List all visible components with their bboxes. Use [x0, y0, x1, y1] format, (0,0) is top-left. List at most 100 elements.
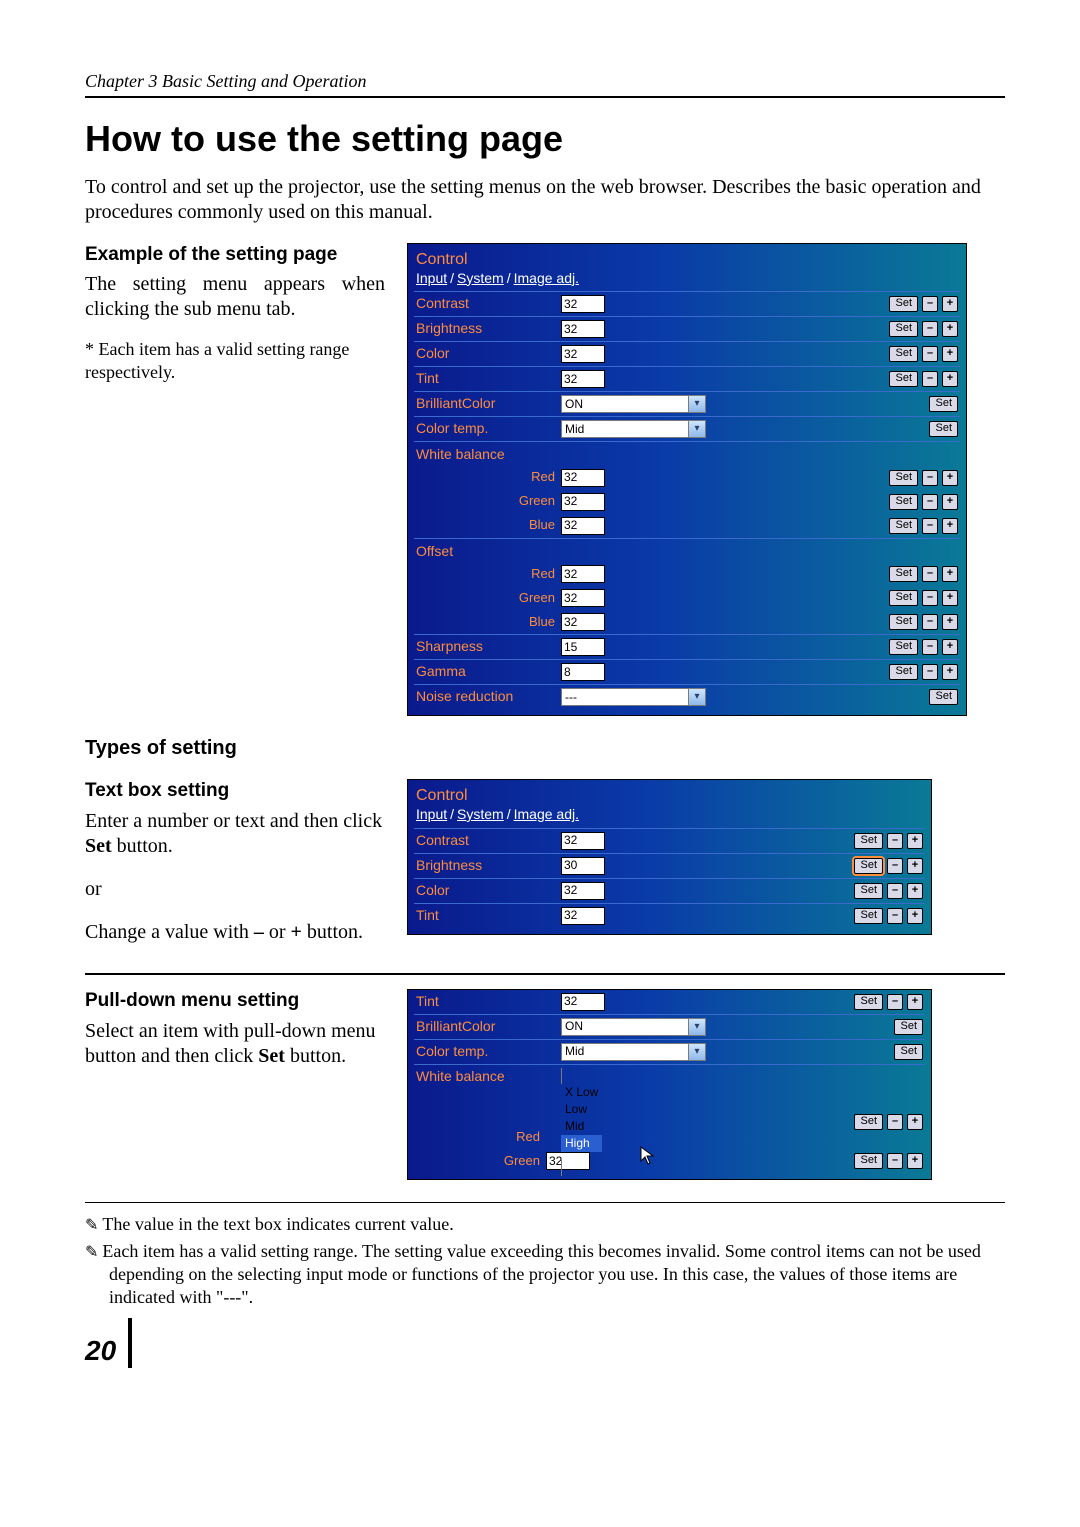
set-button[interactable]: Set — [889, 346, 918, 362]
offset-red-input[interactable]: 32 — [561, 565, 605, 583]
set-button[interactable]: Set — [929, 689, 958, 705]
control-panel-fig2: Control Input/System/Image adj. Contrast… — [407, 779, 932, 935]
colortemp-select[interactable]: Mid ▾ — [561, 1043, 706, 1061]
set-button[interactable]: Set — [854, 908, 883, 924]
minus-button[interactable]: – — [922, 296, 938, 312]
set-button[interactable]: Set — [854, 883, 883, 899]
set-button[interactable]: Set — [889, 321, 918, 337]
pencil-icon: ✎ — [85, 1217, 102, 1234]
plus-button[interactable]: + — [942, 321, 958, 337]
set-button[interactable]: Set — [929, 396, 958, 412]
color-input[interactable]: 32 — [561, 345, 605, 363]
minus-button[interactable]: – — [922, 346, 938, 362]
tint-input[interactable]: 32 — [561, 370, 605, 388]
set-button[interactable]: Set — [889, 470, 918, 486]
plus-button[interactable]: + — [942, 494, 958, 510]
plus-button[interactable]: + — [942, 346, 958, 362]
brilliantcolor-select[interactable]: ON ▾ — [561, 1018, 706, 1036]
contrast-input[interactable]: 32 — [561, 295, 605, 313]
plus-button[interactable]: + — [942, 590, 958, 606]
offset-blue-input[interactable]: 32 — [561, 613, 605, 631]
set-button[interactable]: Set — [889, 371, 918, 387]
plus-button[interactable]: + — [907, 833, 923, 849]
breadcrumb-system[interactable]: System — [457, 270, 504, 286]
plus-button[interactable]: + — [907, 908, 923, 924]
set-button[interactable]: Set — [889, 639, 918, 655]
plus-button[interactable]: + — [942, 639, 958, 655]
plus-button[interactable]: + — [907, 994, 923, 1010]
dropdown-option-selected[interactable]: High — [561, 1135, 602, 1152]
dropdown-option[interactable]: X Low — [561, 1084, 602, 1101]
contrast-input[interactable]: 32 — [561, 832, 605, 850]
set-button[interactable]: Set — [889, 296, 918, 312]
minus-button[interactable]: – — [887, 858, 903, 874]
set-button[interactable]: Set — [854, 833, 883, 849]
set-button[interactable]: Set — [854, 1114, 883, 1130]
breadcrumb-input[interactable]: Input — [416, 806, 447, 822]
minus-button[interactable]: – — [887, 883, 903, 899]
dropdown-option[interactable]: Mid — [561, 1118, 602, 1135]
minus-button[interactable]: – — [887, 1153, 903, 1169]
minus-button[interactable]: – — [887, 908, 903, 924]
plus-button[interactable]: + — [907, 858, 923, 874]
plus-button[interactable]: + — [907, 883, 923, 899]
minus-button[interactable]: – — [922, 494, 938, 510]
set-button[interactable]: Set — [889, 664, 918, 680]
breadcrumb-system[interactable]: System — [457, 806, 504, 822]
set-button[interactable]: Set — [894, 1019, 923, 1035]
noise-select[interactable]: --- ▾ — [561, 688, 706, 706]
minus-button[interactable]: – — [922, 371, 938, 387]
wb-red-input[interactable]: 32 — [561, 469, 605, 487]
plus-button[interactable]: + — [942, 566, 958, 582]
color-input[interactable]: 32 — [561, 882, 605, 900]
set-button[interactable]: Set — [889, 518, 918, 534]
brightness-input[interactable]: 30 — [561, 857, 605, 875]
plus-button[interactable]: + — [907, 1114, 923, 1130]
set-button[interactable]: Set — [854, 858, 883, 874]
offset-label: Offset — [414, 538, 960, 563]
colortemp-dropdown-open[interactable]: X Low Low Mid High — [561, 1068, 602, 1176]
minus-button[interactable]: – — [887, 833, 903, 849]
set-button[interactable]: Set — [854, 994, 883, 1010]
sharpness-input[interactable]: 15 — [561, 638, 605, 656]
plus-button[interactable]: + — [942, 518, 958, 534]
minus-button[interactable]: – — [922, 470, 938, 486]
colortemp-select[interactable]: Mid ▾ — [561, 420, 706, 438]
plus-button[interactable]: + — [907, 1153, 923, 1169]
minus-button[interactable]: – — [922, 590, 938, 606]
set-button[interactable]: Set — [894, 1044, 923, 1060]
minus-button[interactable]: – — [922, 566, 938, 582]
set-button[interactable]: Set — [929, 421, 958, 437]
set-button[interactable]: Set — [889, 494, 918, 510]
plus-button[interactable]: + — [942, 664, 958, 680]
breadcrumb-image-adj[interactable]: Image adj. — [514, 806, 579, 822]
gamma-input[interactable]: 8 — [561, 663, 605, 681]
wb-blue-input[interactable]: 32 — [561, 517, 605, 535]
minus-button[interactable]: – — [922, 614, 938, 630]
set-button[interactable]: Set — [889, 566, 918, 582]
set-button[interactable]: Set — [889, 614, 918, 630]
plus-button[interactable]: + — [942, 371, 958, 387]
brilliantcolor-label: BrilliantColor — [416, 395, 561, 413]
pencil-icon: ✎ — [85, 1244, 102, 1261]
minus-button[interactable]: – — [922, 639, 938, 655]
brightness-input[interactable]: 32 — [561, 320, 605, 338]
dropdown-option[interactable]: Low — [561, 1101, 602, 1118]
brilliantcolor-select[interactable]: ON ▾ — [561, 395, 706, 413]
plus-button[interactable]: + — [942, 296, 958, 312]
set-button[interactable]: Set — [854, 1153, 883, 1169]
breadcrumb-input[interactable]: Input — [416, 270, 447, 286]
minus-button[interactable]: – — [887, 994, 903, 1010]
minus-button[interactable]: – — [922, 664, 938, 680]
minus-button[interactable]: – — [887, 1114, 903, 1130]
wb-green-input[interactable]: 32 — [561, 493, 605, 511]
minus-button[interactable]: – — [922, 518, 938, 534]
set-button[interactable]: Set — [889, 590, 918, 606]
tint-input[interactable]: 32 — [561, 907, 605, 925]
plus-button[interactable]: + — [942, 614, 958, 630]
tint-input[interactable]: 32 — [561, 993, 605, 1011]
minus-button[interactable]: – — [922, 321, 938, 337]
breadcrumb-image-adj[interactable]: Image adj. — [514, 270, 579, 286]
plus-button[interactable]: + — [942, 470, 958, 486]
offset-green-input[interactable]: 32 — [561, 589, 605, 607]
